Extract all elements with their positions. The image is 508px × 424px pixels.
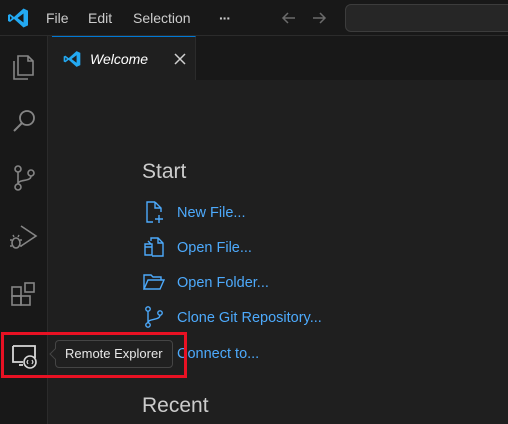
menu-more[interactable]: ··· (219, 0, 231, 36)
open-folder-icon (142, 270, 166, 294)
menu-edit[interactable]: Edit (88, 0, 112, 36)
git-branch-icon (142, 305, 166, 329)
action-label: New File... (177, 205, 246, 221)
action-label: Open File... (177, 240, 252, 256)
back-arrow-icon[interactable] (279, 8, 299, 28)
run-debug-icon[interactable] (4, 216, 44, 256)
highlight-box (1, 332, 187, 378)
start-heading: Start (142, 160, 187, 183)
new-file-icon (142, 200, 166, 224)
action-label: Clone Git Repository... (177, 310, 322, 326)
action-label: Connect to... (177, 346, 260, 362)
close-icon[interactable] (170, 49, 190, 69)
action-label: Open Folder... (177, 275, 269, 291)
files-icon[interactable] (4, 46, 44, 86)
command-center-search[interactable] (345, 4, 508, 32)
tab-label: Welcome (90, 51, 149, 67)
menu-file[interactable]: File (46, 0, 69, 36)
open-file-icon (142, 235, 166, 259)
source-control-icon[interactable] (4, 158, 44, 198)
recent-heading: Recent (142, 394, 209, 417)
forward-arrow-icon[interactable] (309, 8, 329, 28)
search-icon[interactable] (4, 102, 44, 142)
title-bar: File Edit Selection ··· (0, 0, 508, 36)
vscode-logo-icon (62, 49, 82, 69)
tab-bar: Welcome (52, 36, 508, 80)
extensions-icon[interactable] (4, 276, 44, 316)
menu-selection[interactable]: Selection (133, 0, 191, 36)
tab-welcome[interactable]: Welcome (52, 36, 196, 80)
vscode-logo-icon (6, 6, 30, 30)
